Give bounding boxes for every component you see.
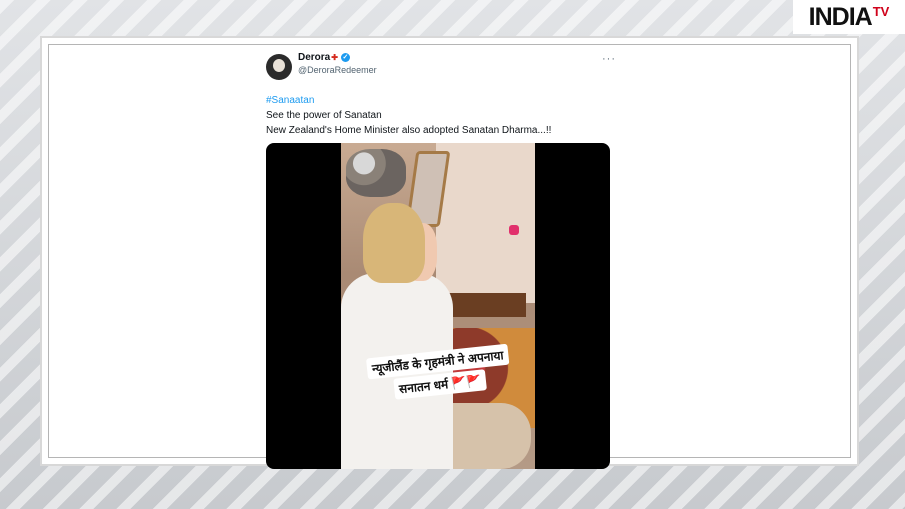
tweet: Derora ✚ ✓ @DeroraRedeemer ··· #Sanaatan… — [266, 51, 616, 469]
hashtag-link[interactable]: #Sanaatan — [266, 93, 616, 108]
verified-badge-icon: ✓ — [340, 53, 350, 62]
tweet-video[interactable]: न्यूजीलैंड के गृहमंत्री ने अपनाया सनातन … — [266, 143, 610, 469]
canada-flag-icon: ✚ — [331, 53, 338, 62]
author-handle[interactable]: @DeroraRedeemer — [298, 64, 377, 77]
tweet-card: Derora ✚ ✓ @DeroraRedeemer ··· #Sanaatan… — [48, 44, 851, 469]
tweet-header: Derora ✚ ✓ @DeroraRedeemer ··· — [266, 51, 616, 87]
tweet-line-1: See the power of Sanatan — [266, 110, 382, 121]
video-person-hair — [363, 203, 425, 283]
author-display-name[interactable]: Derora — [298, 51, 330, 64]
indiatv-logo: INDIA TV — [793, 0, 905, 34]
more-options-icon[interactable]: ··· — [602, 53, 616, 65]
author-name-row: Derora ✚ ✓ — [298, 51, 377, 64]
screenshot-card: Derora ✚ ✓ @DeroraRedeemer ··· #Sanaatan… — [40, 36, 859, 469]
instagram-icon — [509, 225, 519, 235]
logo-text: INDIA — [808, 2, 873, 31]
video-frame: न्यूजीलैंड के गृहमंत्री ने अपनाया सनातन … — [341, 143, 535, 469]
tweet-line-2: New Zealand's Home Minister also adopted… — [266, 125, 552, 136]
video-balloons — [346, 149, 406, 197]
logo-suffix: TV — [872, 4, 890, 19]
avatar[interactable] — [266, 54, 292, 80]
author-block: Derora ✚ ✓ @DeroraRedeemer — [298, 51, 377, 77]
video-wall — [436, 143, 535, 303]
tweet-text: #Sanaatan See the power of Sanatan New Z… — [266, 93, 616, 138]
video-table — [446, 293, 526, 317]
